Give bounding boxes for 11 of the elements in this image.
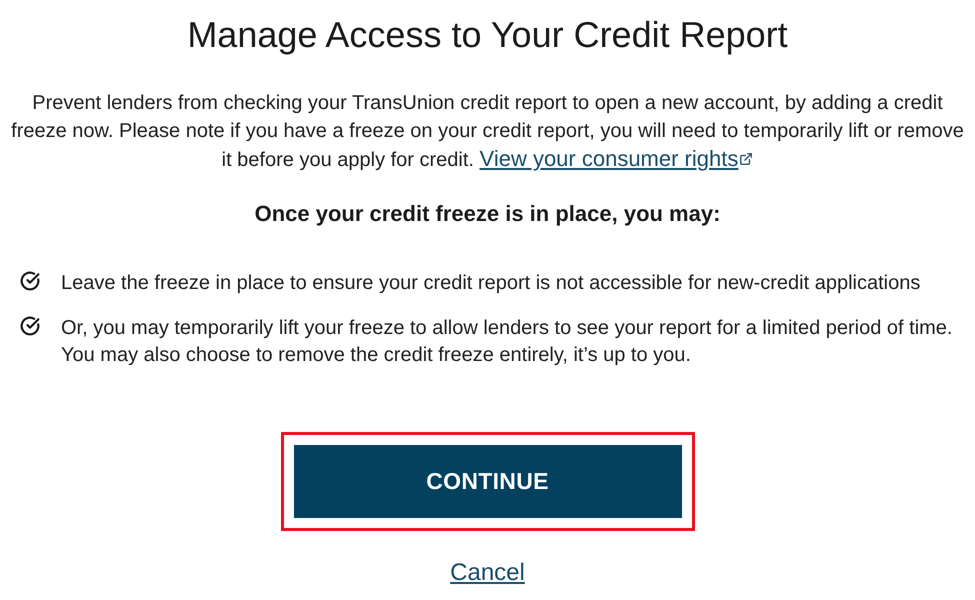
section-heading: Once your credit freeze is in place, you may: <box>254 200 720 228</box>
consumer-rights-link[interactable]: View your consumer rights <box>480 145 754 173</box>
intro-paragraph: Prevent lenders from checking your TransUnion credit report to open a new account, by adding a credit freeze now. Please note if you have a freeze on your credit report, you will need to temporarily lift or remove it before you apply for credit. View your consumer rights <box>10 91 965 174</box>
option-text: Or, you may temporarily lift your freeze to allow lenders to see your report for a limited period of time. You may also choose to remove the credit freeze entirely, it’s up to you. <box>61 316 954 368</box>
option-text: Leave the freeze in place to ensure your credit report is not accessible for new-credit applications <box>61 271 922 296</box>
page-title: Manage Access to Your Credit Report <box>187 15 788 55</box>
check-circle-icon <box>20 316 40 336</box>
cancel-link[interactable]: Cancel <box>450 559 525 587</box>
external-link-icon <box>739 152 754 166</box>
check-circle-icon <box>20 271 40 291</box>
continue-button[interactable]: CONTINUE <box>294 445 682 518</box>
